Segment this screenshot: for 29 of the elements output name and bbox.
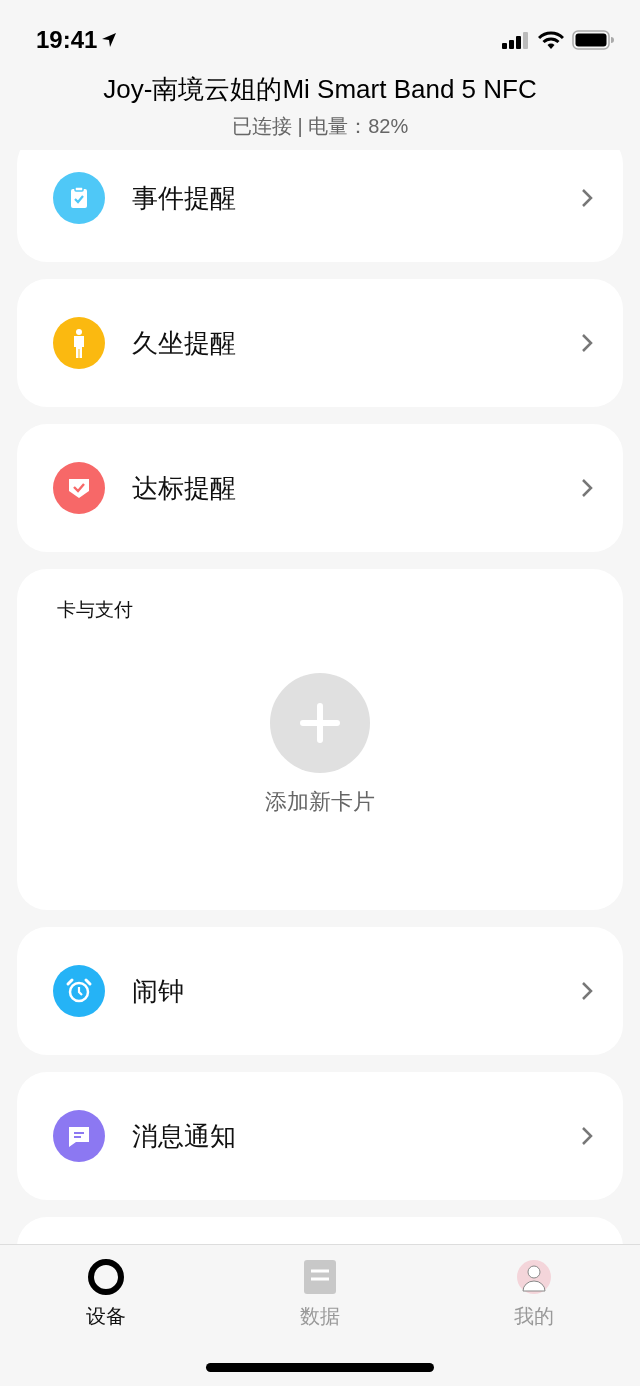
menu-label: 事件提醒 <box>132 181 237 215</box>
location-arrow-icon <box>101 32 118 48</box>
menu-label: 久坐提醒 <box>132 326 237 360</box>
menu-card[interactable]: 闹钟 <box>17 927 623 1055</box>
connection-status: 已连接 | 电量：82% <box>231 114 409 139</box>
device-title: Joy-南境云姐的Mi Smart Band 5 NFC <box>103 73 537 106</box>
menu-card[interactable]: 事件提醒 <box>17 150 623 262</box>
menu-label: 达标提醒 <box>132 471 237 505</box>
menu-label: 闹钟 <box>132 974 185 1008</box>
battery-icon <box>572 30 614 50</box>
menu-label: 消息通知 <box>132 1119 237 1153</box>
document-icon <box>303 1259 337 1295</box>
chevron-right-icon <box>581 188 593 208</box>
chevron-right-icon <box>581 478 593 498</box>
avatar-icon <box>516 1259 552 1295</box>
menu-card[interactable]: 达标提醒 <box>17 424 623 552</box>
signal-icon <box>502 31 530 49</box>
menu-card[interactable]: 消息通知 <box>17 1072 623 1200</box>
chevron-right-icon <box>581 1126 593 1146</box>
tab[interactable]: 设备 <box>66 1257 146 1333</box>
chevron-right-icon <box>581 981 593 1001</box>
plus-icon <box>300 703 340 743</box>
menu-card[interactable]: 久坐提醒 <box>17 279 623 407</box>
wifi-icon <box>538 30 564 50</box>
ring-icon <box>86 1257 126 1297</box>
add-card-label: 添加新卡片 <box>265 788 375 816</box>
section-title: 卡与支付 <box>57 598 133 622</box>
status-time: 19:41 <box>36 26 98 54</box>
chevron-right-icon <box>581 333 593 353</box>
